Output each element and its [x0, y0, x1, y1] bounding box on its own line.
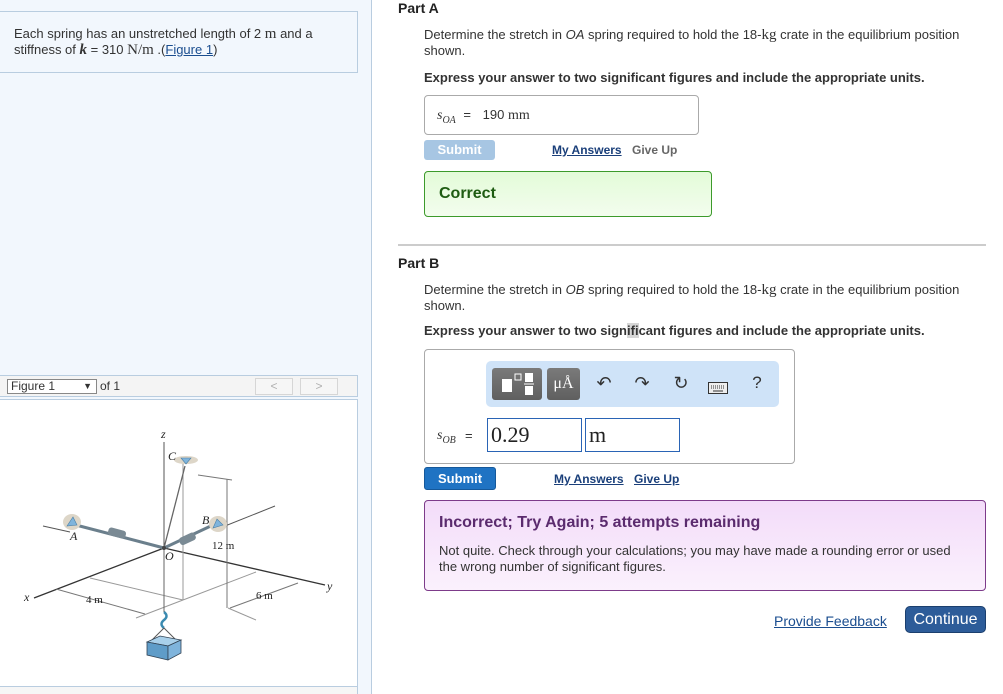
prompt-text: spring required to hold the 18- — [584, 27, 762, 42]
answer-unit: mm — [507, 108, 530, 123]
intro-text: and a — [276, 26, 313, 41]
label-z: z — [160, 427, 166, 441]
part-a-prompt: Determine the stretch in OA spring requi… — [424, 27, 984, 59]
prev-figure-button[interactable]: < — [255, 378, 293, 395]
part-b-prompt: Determine the stretch in OB spring requi… — [424, 282, 984, 314]
problem-intro: Each spring has an unstretched length of… — [0, 11, 358, 73]
dimension-6m: 6 m — [256, 590, 273, 602]
part-b-give-up-link[interactable]: Give Up — [634, 472, 679, 486]
prompt-unit: kg — [761, 282, 777, 298]
left-pane: Each spring has an unstretched length of… — [0, 0, 372, 694]
label-c: C — [168, 449, 177, 463]
equals-sign: = — [465, 428, 473, 443]
prompt-var: OB — [565, 282, 585, 297]
next-figure-button[interactable]: > — [300, 378, 338, 395]
part-b-submit-button[interactable]: Submit — [424, 467, 496, 490]
section-divider — [398, 244, 986, 246]
part-b-instructions: Express your answer to two significant f… — [424, 323, 925, 338]
dimension-4m: 4 m — [86, 594, 103, 606]
intro-text: Each spring has an unstretched length of… — [14, 26, 265, 41]
reset-icon[interactable]: ↻ — [669, 373, 693, 394]
feedback-body: Not quite. Check through your calculatio… — [439, 543, 951, 574]
feedback-title: Incorrect; Try Again; 5 attempts remaini… — [439, 514, 761, 531]
spring-system-diagram: z C A B O x y 12 m 4 m 6 m — [23, 427, 333, 661]
y-axis — [163, 547, 326, 586]
undo-icon[interactable]: ↶ — [592, 373, 616, 394]
figure-select[interactable]: Figure 1 ▼ — [7, 379, 97, 394]
unit-nm: N/m — [127, 42, 154, 58]
unit-m: m — [264, 26, 277, 42]
hook-icon — [160, 611, 168, 629]
label-o: O — [165, 549, 174, 563]
unit-input[interactable]: m — [585, 418, 680, 452]
dropdown-caret-icon: ▼ — [83, 381, 92, 391]
part-a-submit-button[interactable]: Submit — [424, 140, 495, 160]
var-sub: OA — [442, 114, 456, 126]
label-x: x — [23, 590, 30, 604]
figure-panel: z C A B O x y 12 m 4 m 6 m — [0, 399, 358, 687]
figure-select-value: Figure 1 — [11, 379, 56, 393]
templates-button[interactable] — [492, 368, 542, 400]
help-icon[interactable]: ? — [745, 373, 769, 393]
part-a-instructions: Express your answer to two significant f… — [424, 70, 925, 85]
prompt-text: spring required to hold the 18- — [584, 282, 762, 297]
part-b-title: Part B — [398, 255, 440, 271]
math-toolbar: μÅ ↶ ↷ ↻ ? — [486, 361, 779, 407]
chevron-left-icon: < — [270, 379, 278, 393]
var-sub: OB — [442, 434, 456, 446]
part-b-my-answers-link[interactable]: My Answers — [554, 472, 624, 486]
part-a-my-answers-link[interactable]: My Answers — [552, 143, 622, 157]
intro-text: ) — [213, 42, 218, 57]
part-b-incorrect-feedback: Incorrect; Try Again; 5 attempts remaini… — [424, 500, 986, 591]
label-y: y — [326, 579, 333, 593]
chevron-right-icon: > — [315, 379, 323, 393]
figure-link[interactable]: Figure 1 — [165, 42, 213, 57]
equals-sign: = — [463, 107, 472, 122]
intro-text: .( — [153, 42, 166, 57]
keyboard-icon[interactable] — [706, 378, 730, 399]
k-symbol: k — [79, 42, 88, 58]
figure-footer-bar — [0, 686, 358, 694]
part-a-correct-feedback: Correct — [424, 171, 712, 217]
dimension-12m: 12 m — [212, 540, 235, 552]
prompt-var: OA — [565, 27, 585, 42]
label-a: A — [69, 529, 78, 543]
value-input[interactable]: 0.29 — [487, 418, 582, 452]
answer-value: 190 — [482, 107, 505, 122]
figure-count: of 1 — [100, 379, 121, 393]
figure-navigation-bar: Figure 1 ▼ of 1 < > — [0, 375, 358, 397]
variable-s-ob: sOB — [437, 428, 456, 446]
part-a-give-up-link: Give Up — [632, 143, 678, 157]
selected-text: ifi — [627, 323, 639, 338]
templates-icon — [502, 373, 534, 395]
intro-text: stiffness of — [14, 42, 80, 57]
prompt-text: Determine the stretch in — [424, 27, 566, 42]
part-a-title: Part A — [398, 0, 439, 16]
intro-text: = 310 — [87, 42, 128, 57]
redo-icon[interactable]: ↷ — [630, 373, 654, 394]
units-button[interactable]: μÅ — [547, 368, 580, 400]
instructions-text: cant figures and include the appropriate… — [638, 323, 925, 338]
instructions-text: Express your answer to two sign — [424, 323, 627, 338]
cable-oc — [163, 465, 186, 549]
spring-coil-b — [179, 532, 196, 546]
prompt-text: Determine the stretch in — [424, 282, 566, 297]
label-b: B — [202, 513, 210, 527]
provide-feedback-link[interactable]: Provide Feedback — [774, 613, 887, 629]
variable-s-oa: sOA — [437, 108, 456, 126]
continue-button[interactable]: Continue — [905, 606, 986, 633]
spring-coil-a — [107, 527, 127, 539]
part-b-answer-editor: μÅ ↶ ↷ ↻ ? sOB = 0.29 m — [424, 349, 795, 464]
part-a-answer-field: sOA = 190 mm — [424, 95, 699, 135]
prompt-unit: kg — [761, 27, 777, 43]
